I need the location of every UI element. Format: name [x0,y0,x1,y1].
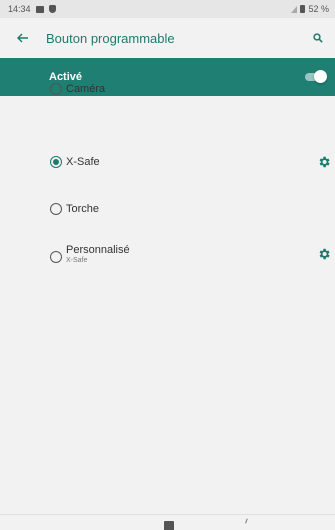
arrow-left-icon [17,33,28,43]
search-icon [313,33,323,43]
option-subtitle: X-Safe [66,257,88,264]
page-title: Bouton programmable [46,30,175,46]
battery-icon [300,5,306,13]
option-label: Torche [66,203,100,215]
gear-icon[interactable] [317,247,331,261]
radio-x-safe[interactable] [50,156,62,168]
radio-custom[interactable] [50,251,62,263]
radio-camera[interactable] [50,83,62,95]
search-button[interactable] [301,18,335,58]
option-label: X-Safe [66,156,100,168]
recent-apps-icon[interactable] [164,521,174,530]
option-label: Personnalisé [66,244,130,256]
image-notification-icon [35,5,44,13]
radio-torch[interactable] [50,203,62,215]
app-bar: Bouton programmable [0,18,335,58]
option-torch-row[interactable]: Torche [0,199,335,219]
battery-level: 52 % [308,4,329,14]
navigation-bar [0,514,335,530]
status-bar: 14:34 52 % [0,0,335,18]
option-label: Caméra [66,83,106,95]
signal-icon [291,5,298,13]
back-button[interactable] [0,18,46,58]
option-x-safe-row[interactable]: X-Safe [0,152,335,172]
radio-selected-dot [53,159,59,165]
back-nav-icon[interactable] [242,517,248,524]
status-time: 14:34 [8,4,31,14]
shield-notification-icon [48,5,56,13]
option-camera-row[interactable]: Caméra [0,79,335,99]
option-custom-row[interactable]: Personnalisé X-Safe [0,240,335,268]
gear-icon[interactable] [317,155,331,169]
